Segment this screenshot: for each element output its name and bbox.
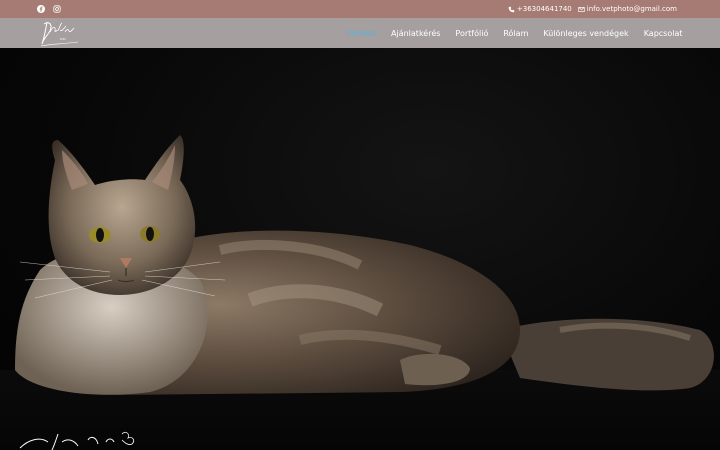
nav-item-fooldal[interactable]: Főoldal (340, 29, 384, 38)
svg-text:fotó: fotó (60, 37, 66, 41)
envelope-icon (578, 6, 585, 12)
nav-item-ajanlatkeres[interactable]: Ajánlatkérés (384, 29, 448, 38)
phone-number: +36304641740 (516, 5, 572, 13)
nav-item-portfolio[interactable]: Portfólió (448, 29, 496, 38)
email-link[interactable]: info.vetphoto@gmail.com (578, 5, 677, 13)
site-logo[interactable]: fotó (38, 18, 82, 48)
phone-icon (508, 6, 515, 12)
main-menu: Főoldal Ajánlatkérés Portfólió Rólam Kül… (340, 29, 690, 38)
social-links (37, 5, 61, 13)
main-navbar: fotó Főoldal Ajánlatkérés Portfólió Róla… (0, 18, 720, 48)
maine-coon-cat-photo (0, 135, 720, 450)
contact-info: +36304641740 info.vetphoto@gmail.com (508, 5, 677, 13)
instagram-icon[interactable] (53, 5, 61, 13)
nav-item-kulonleges-vendegek[interactable]: Különleges vendégek (536, 29, 636, 38)
email-address: info.vetphoto@gmail.com (586, 5, 677, 13)
facebook-icon[interactable] (37, 5, 45, 13)
phone-link[interactable]: +36304641740 (508, 5, 572, 13)
nav-item-kapcsolat[interactable]: Kapcsolat (636, 29, 690, 38)
photographer-signature (18, 430, 148, 450)
hero-image (0, 48, 720, 450)
top-bar: +36304641740 info.vetphoto@gmail.com (0, 0, 720, 18)
nav-item-rolam[interactable]: Rólam (496, 29, 536, 38)
